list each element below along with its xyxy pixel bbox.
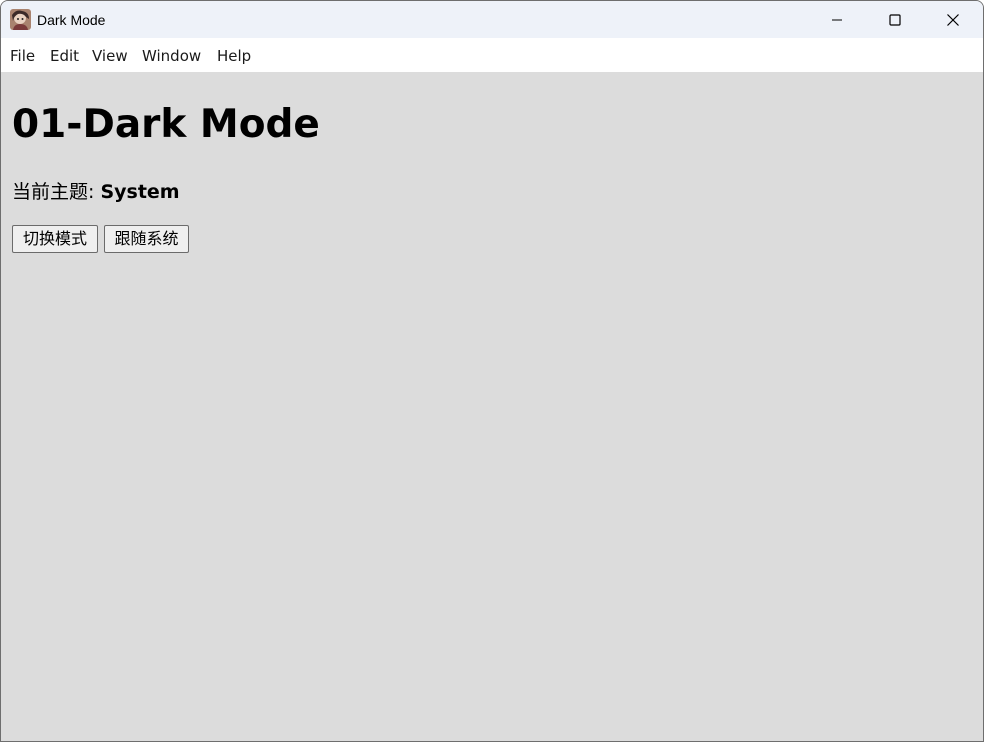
minimize-icon	[832, 19, 842, 20]
menu-window[interactable]: Window	[142, 47, 201, 65]
follow-system-button[interactable]: 跟随系统	[104, 225, 189, 253]
toggle-mode-button[interactable]: 切换模式	[12, 225, 98, 253]
close-icon	[947, 13, 959, 26]
menu-edit[interactable]: Edit	[50, 47, 79, 65]
menu-view[interactable]: View	[92, 47, 128, 65]
close-button[interactable]	[924, 1, 982, 38]
current-theme-value: System	[100, 181, 180, 203]
maximize-icon	[889, 13, 901, 26]
page-title: 01-Dark Mode	[12, 102, 320, 147]
menu-bar: File Edit View Window Help	[1, 38, 983, 72]
main-content: 01-Dark Mode 当前主题: System 切换模式 跟随系统	[1, 72, 983, 741]
maximize-button[interactable]	[866, 1, 924, 38]
title-bar[interactable]: Dark Mode	[1, 1, 983, 38]
current-theme-label: 当前主题:	[12, 181, 101, 203]
minimize-button[interactable]	[808, 1, 866, 38]
current-theme-line: 当前主题: System	[12, 180, 180, 204]
app-avatar-icon	[10, 9, 31, 30]
window-title: Dark Mode	[37, 12, 106, 28]
menu-file[interactable]: File	[10, 47, 35, 65]
menu-help[interactable]: Help	[217, 47, 251, 65]
app-window: Dark Mode File Edit View Window Help 01-…	[0, 0, 984, 742]
